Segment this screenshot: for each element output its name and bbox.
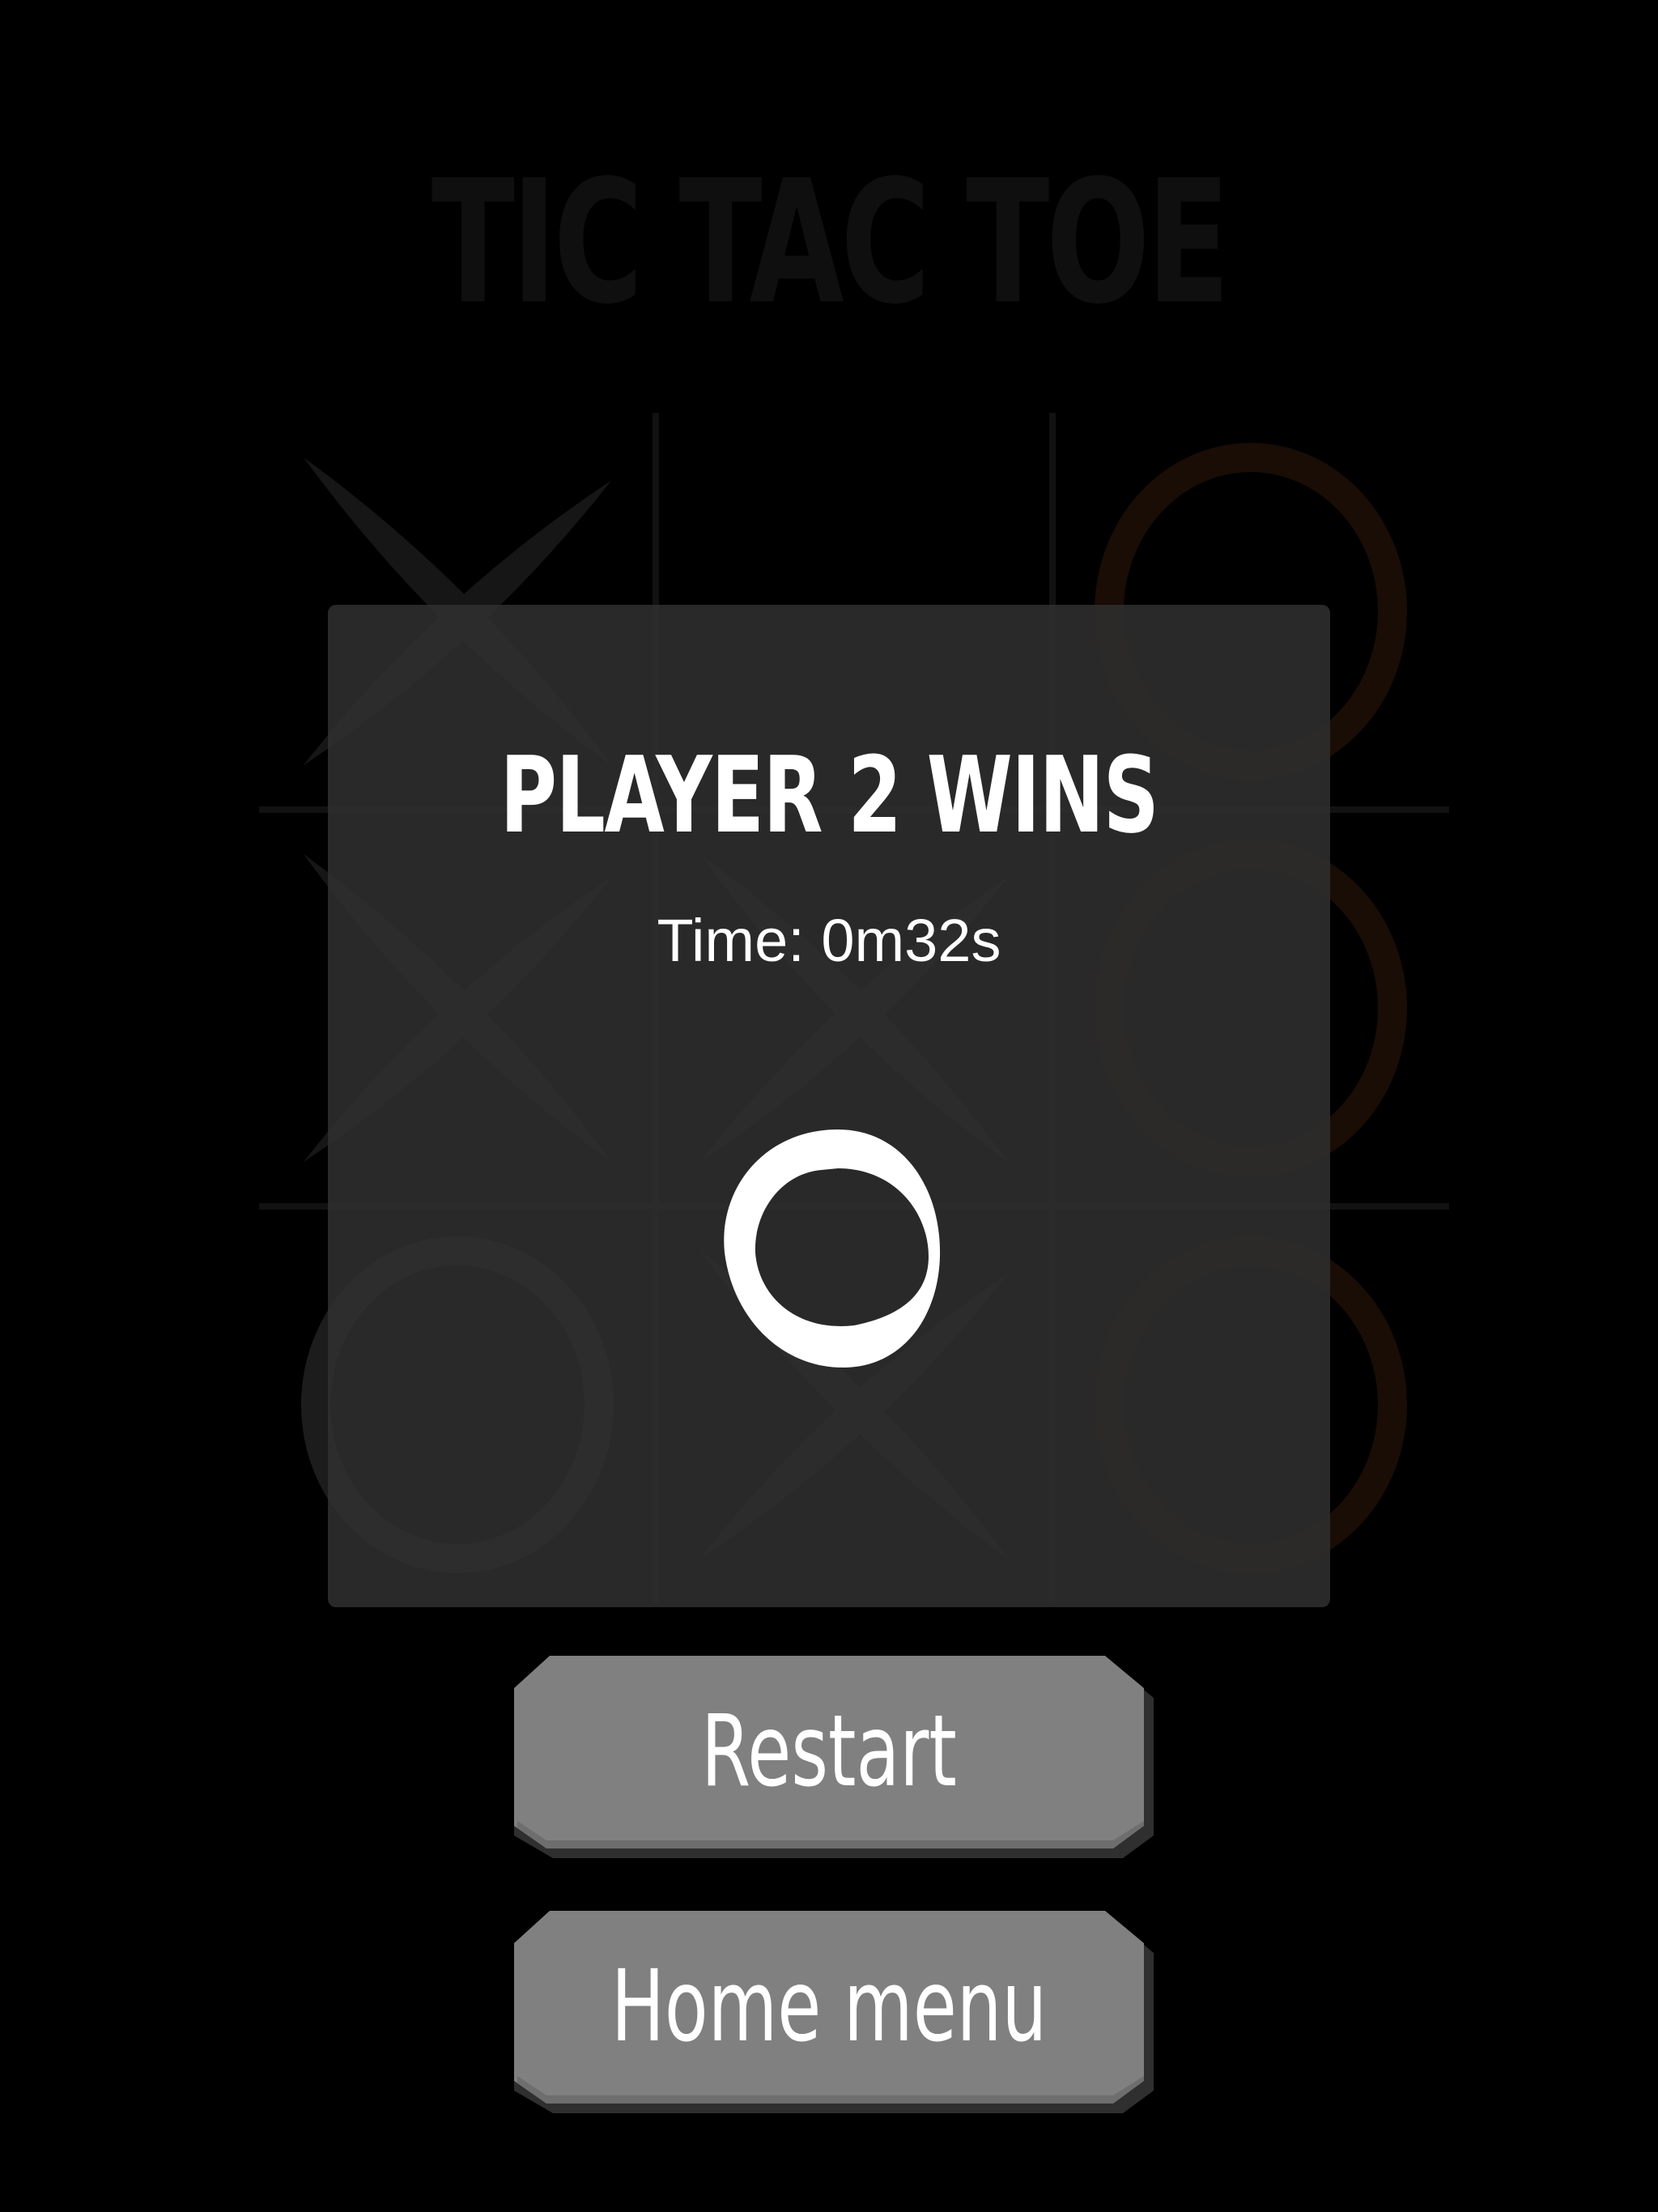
game-screen: TIC TAC TOE PLAYER 2 WINS Time: 0m32s Re… xyxy=(0,0,1658,2212)
result-title: PLAYER 2 WINS xyxy=(500,734,1159,857)
home-menu-button[interactable]: Home menu xyxy=(514,1911,1154,2121)
restart-button-label: Restart xyxy=(701,1694,957,1809)
elapsed-time-text: Time: 0m32s xyxy=(657,907,1001,974)
circle-o-icon xyxy=(724,1129,941,1368)
home-menu-button-label: Home menu xyxy=(610,1949,1048,2064)
restart-button[interactable]: Restart xyxy=(514,1656,1154,1866)
result-dialog: PLAYER 2 WINS Time: 0m32s xyxy=(328,605,1330,1607)
